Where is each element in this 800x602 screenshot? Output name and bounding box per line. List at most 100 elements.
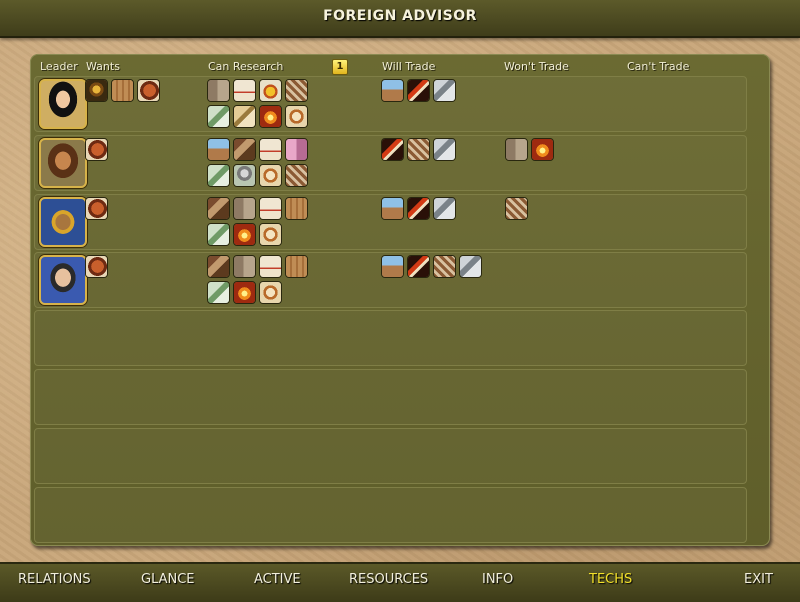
header-will-trade: Will Trade (382, 60, 436, 73)
tech-icon-sword-art (408, 198, 429, 219)
tech-icon-scroll-art (112, 80, 133, 101)
tech-icon-sword-art (382, 139, 403, 160)
tech-icon-map[interactable] (285, 164, 308, 187)
tech-icon-money[interactable] (207, 164, 230, 187)
tech-icon-mask[interactable] (207, 255, 230, 278)
tech-icon-sword[interactable] (407, 79, 430, 102)
tech-icon-parchment[interactable] (233, 79, 256, 102)
tech-icon-map-art (506, 198, 527, 219)
tech-icon-parchment[interactable] (259, 138, 282, 161)
tech-icon-scroll[interactable] (285, 197, 308, 220)
leader-portrait-woman[interactable] (39, 79, 87, 129)
tab-glance[interactable]: GLANCE (141, 572, 195, 587)
tech-icon-money[interactable] (207, 223, 230, 246)
tab-techs[interactable]: TECHS (589, 572, 632, 587)
bottom-tab-bar: RELATIONS GLANCE ACTIVE RESOURCES INFO TECHS E… (0, 562, 800, 602)
leader-portrait-chief[interactable] (39, 197, 87, 247)
tech-icon-mask[interactable] (233, 138, 256, 161)
tech-icon-scroll-art (286, 198, 307, 219)
tech-icon-money-art (208, 224, 229, 245)
tech-icon-oil-lamp-art (86, 80, 107, 101)
tech-icon-money-art (208, 106, 229, 127)
tab-relations[interactable]: RELATIONS (18, 572, 91, 587)
tech-icon-statue[interactable] (233, 164, 256, 187)
tech-icon-pyramid-art (382, 80, 403, 101)
tech-icon-scroll[interactable] (285, 255, 308, 278)
tech-icon-wheel[interactable] (433, 138, 456, 161)
tech-icon-pyramid[interactable] (381, 79, 404, 102)
tech-icon-sword[interactable] (407, 255, 430, 278)
tech-icon-fire-art (532, 139, 553, 160)
tech-icon-tablet[interactable] (505, 138, 528, 161)
tech-icon-pink-scroll[interactable] (285, 138, 308, 161)
tech-icon-pyramid[interactable] (381, 255, 404, 278)
tech-icon-compass-art (260, 282, 281, 303)
tech-icon-money[interactable] (207, 281, 230, 304)
header-wants: Wants (86, 60, 120, 73)
tech-icon-oil-lamp[interactable] (85, 79, 108, 102)
tech-icon-fire-art (234, 224, 255, 245)
tech-icon-tablet[interactable] (233, 197, 256, 220)
tab-active[interactable]: ACTIVE (254, 572, 301, 587)
tech-icon-fire[interactable] (259, 105, 282, 128)
tech-icon-wheel-art (460, 256, 481, 277)
tech-icon-wheel[interactable] (459, 255, 482, 278)
tech-icon-sword-art (408, 80, 429, 101)
tech-icon-harp[interactable] (233, 105, 256, 128)
leader-row (34, 252, 747, 308)
tech-icon-mask[interactable] (207, 197, 230, 220)
tech-icon-mask-art (208, 198, 229, 219)
tech-icon-crown-art (260, 80, 281, 101)
tech-icon-statue-art (234, 165, 255, 186)
tech-icon-fire[interactable] (233, 223, 256, 246)
tech-icon-wheel[interactable] (433, 197, 456, 220)
tech-icon-tablet-art (506, 139, 527, 160)
tech-icon-fire[interactable] (233, 281, 256, 304)
tech-icon-compass[interactable] (259, 164, 282, 187)
tech-icon-wheel[interactable] (433, 79, 456, 102)
tab-exit[interactable]: EXIT (744, 572, 773, 587)
tech-icon-money[interactable] (207, 105, 230, 128)
tech-icon-sword[interactable] (407, 197, 430, 220)
tech-icon-parchment[interactable] (259, 197, 282, 220)
tech-icon-shield[interactable] (85, 138, 108, 161)
leader-portrait-emperor[interactable] (39, 255, 87, 305)
tech-icon-compass[interactable] (259, 223, 282, 246)
tech-icon-map[interactable] (285, 79, 308, 102)
tech-icon-map[interactable] (433, 255, 456, 278)
tab-resources[interactable]: RESOURCES (349, 572, 428, 587)
tech-icon-compass[interactable] (285, 105, 308, 128)
tech-icon-wheel-art (434, 139, 455, 160)
tech-icon-wheel-art (434, 198, 455, 219)
header-leader: Leader (40, 60, 78, 73)
turn-icon[interactable]: 1 (332, 59, 348, 75)
advisor-panel: Leader Wants Can Research 1 Will Trade W… (30, 54, 770, 546)
leader-portrait-bearded-man[interactable] (39, 138, 87, 188)
tech-icon-scroll[interactable] (111, 79, 134, 102)
tech-icon-shield[interactable] (85, 197, 108, 220)
tech-icon-crown[interactable] (259, 79, 282, 102)
tech-icon-pyramid[interactable] (207, 138, 230, 161)
tech-icon-fire[interactable] (531, 138, 554, 161)
tech-icon-parchment-art (260, 198, 281, 219)
tech-icon-sword[interactable] (381, 138, 404, 161)
tech-icon-map[interactable] (407, 138, 430, 161)
tech-icon-pyramid-art (208, 139, 229, 160)
header-can-research: Can Research (208, 60, 284, 73)
tech-icon-shield[interactable] (85, 255, 108, 278)
tech-icon-mask-art (208, 256, 229, 277)
tech-icon-pink-scroll-art (286, 139, 307, 160)
tech-icon-tablet[interactable] (207, 79, 230, 102)
tab-info[interactable]: INFO (482, 572, 513, 587)
tech-icon-compass[interactable] (259, 281, 282, 304)
tech-icon-shield[interactable] (137, 79, 160, 102)
tech-icon-map-art (286, 80, 307, 101)
header-cant-trade: Can't Trade (627, 60, 690, 73)
tech-icon-pyramid[interactable] (381, 197, 404, 220)
tech-icon-tablet[interactable] (233, 255, 256, 278)
tech-icon-map[interactable] (505, 197, 528, 220)
leader-row (34, 310, 747, 366)
leader-row (34, 428, 747, 484)
tech-icon-map-art (286, 165, 307, 186)
tech-icon-parchment[interactable] (259, 255, 282, 278)
